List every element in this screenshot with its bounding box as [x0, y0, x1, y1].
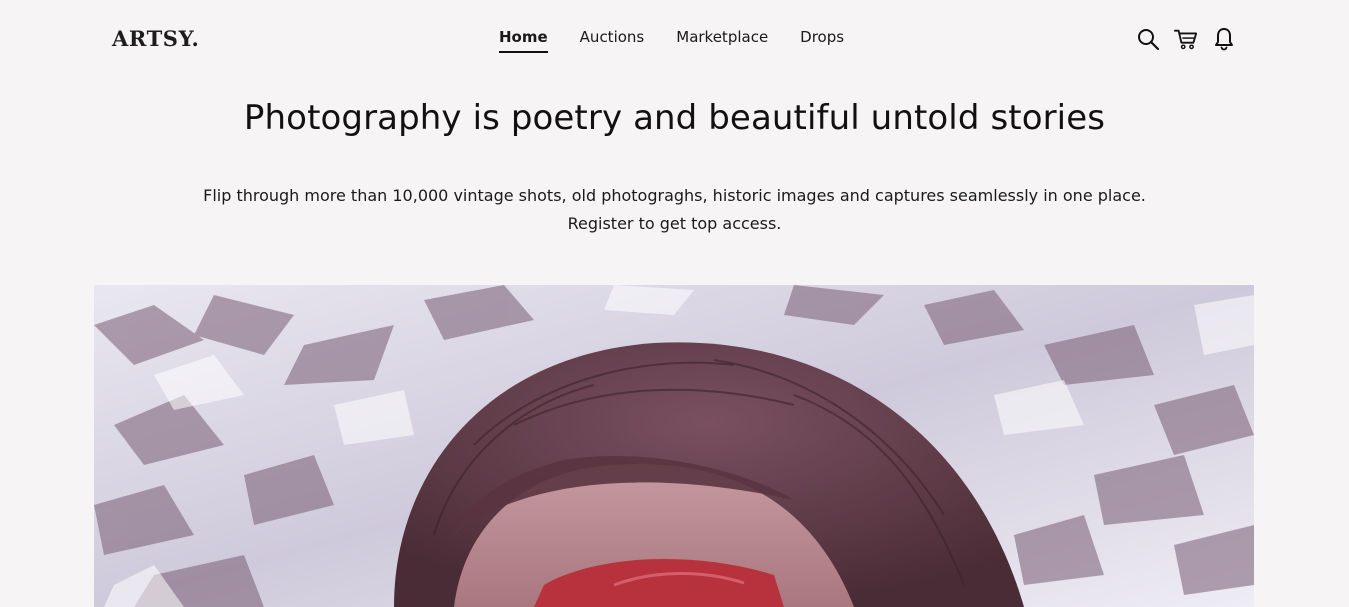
- hero-title: Photography is poetry and beautiful unto…: [243, 98, 1106, 138]
- header-actions: [1136, 27, 1236, 51]
- nav-item-home[interactable]: Home: [499, 28, 548, 53]
- nav-item-marketplace[interactable]: Marketplace: [676, 28, 768, 51]
- cart-icon[interactable]: [1174, 27, 1198, 51]
- hero-subtitle: Flip through more than 10,000 vintage sh…: [0, 182, 1349, 238]
- nav-item-drops[interactable]: Drops: [800, 28, 844, 51]
- search-icon[interactable]: [1136, 27, 1160, 51]
- bell-icon[interactable]: [1212, 27, 1236, 51]
- page: ARTSY. Home Auctions Marketplace Drops P…: [0, 0, 1349, 607]
- site-header: ARTSY. Home Auctions Marketplace Drops: [0, 0, 1349, 78]
- hero-photo: [94, 285, 1254, 607]
- main-nav: Home Auctions Marketplace Drops: [499, 28, 844, 53]
- hero-subtitle-line-2: Register to get top access.: [567, 214, 782, 233]
- nav-item-auctions[interactable]: Auctions: [580, 28, 645, 51]
- brand-logo[interactable]: ARTSY.: [112, 26, 199, 51]
- hero-subtitle-line-1: Flip through more than 10,000 vintage sh…: [203, 186, 1146, 205]
